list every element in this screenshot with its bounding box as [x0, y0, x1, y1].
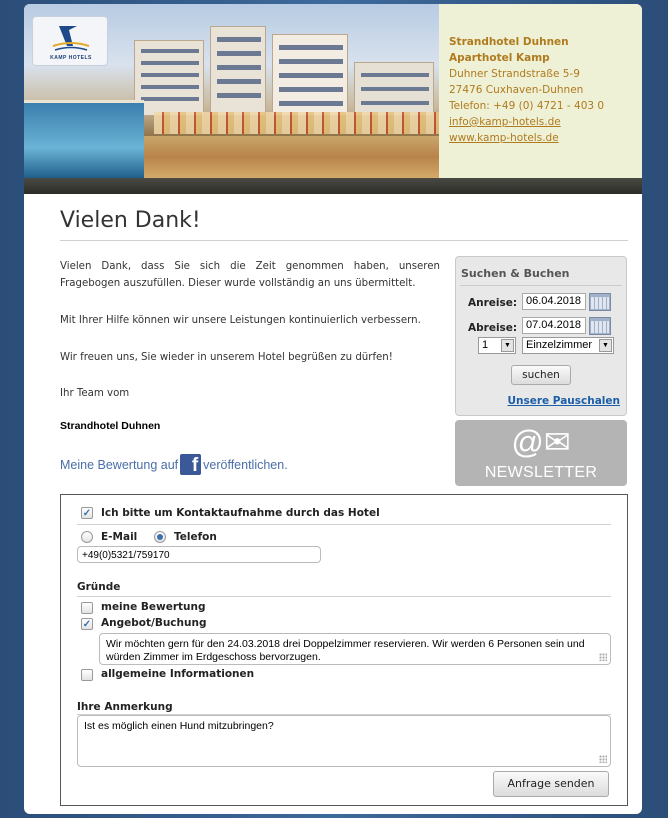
remark-heading: Ihre Anmerkung [77, 701, 173, 713]
departure-calendar-icon[interactable] [589, 317, 611, 335]
facebook-icon[interactable]: f [180, 454, 202, 476]
building-image [134, 40, 204, 116]
header-divider-bar [24, 178, 642, 194]
facebook-share-suffix: veröffentlichen. [203, 457, 288, 472]
street-line: Duhner Strandstraße 5-9 [449, 68, 580, 80]
booking-request-text: Wir möchten gern für den 24.03.2018 drei… [106, 638, 585, 663]
hotel-photo-collage: KAMP HOTELS [24, 4, 439, 178]
beach-chairs-image [154, 112, 439, 134]
contact-request-label: Ich bitte um Kontaktaufnahme durch das H… [101, 507, 380, 519]
signoff-hotel-name: Strandhotel Duhnen [60, 420, 161, 432]
resize-grip-icon[interactable] [599, 755, 607, 763]
phone-option-label: Telefon [174, 531, 217, 543]
search-box-divider [460, 285, 622, 286]
reasons-heading: Gründe [77, 581, 121, 593]
building-image [210, 26, 266, 116]
phone-line: Telefon: +49 (0) 4721 - 403 0 [449, 100, 605, 112]
resize-grip-icon[interactable] [599, 653, 607, 661]
search-and-book-box: Suchen & Buchen Anreise: 06.04.2018 Abre… [455, 256, 627, 416]
email-link[interactable]: info@kamp-hotels.de [449, 116, 561, 128]
building-image [354, 62, 434, 116]
newsletter-label: NEWSLETTER [484, 464, 598, 481]
chevron-down-icon: ▼ [599, 339, 612, 352]
booking-request-textarea[interactable]: Wir möchten gern für den 24.03.2018 drei… [99, 633, 611, 665]
reason-info-checkbox[interactable] [81, 669, 93, 681]
reason-booking-label: Angebot/Buchung [101, 617, 207, 629]
reason-review-checkbox[interactable] [81, 602, 93, 614]
website-link[interactable]: www.kamp-hotels.de [449, 132, 559, 144]
submit-request-button[interactable]: Anfrage senden [493, 771, 609, 797]
facebook-share-line: Meine Bewertung auf f veröffentlichen. [60, 454, 288, 476]
contact-form: ✓ Ich bitte um Kontaktaufnahme durch das… [60, 494, 628, 806]
thank-you-paragraph: Vielen Dank, dass Sie sich die Zeit geno… [60, 261, 440, 289]
title-divider [60, 240, 628, 241]
rooms-count-value: 1 [482, 339, 489, 351]
logo-figure-icon [52, 26, 90, 51]
hotel-contact-info: Strandhotel Duhnen Aparthotel Kamp Duhne… [449, 34, 639, 146]
arrival-calendar-icon[interactable] [589, 293, 611, 311]
beach-reflection-image [144, 136, 439, 178]
phone-input[interactable]: +49(0)5321/759170 [77, 546, 321, 563]
departure-date-input[interactable]: 07.04.2018 [522, 317, 586, 334]
reason-info-label: allgemeine Informationen [101, 668, 255, 680]
arrival-date-input[interactable]: 06.04.2018 [522, 293, 586, 310]
reasons-divider [77, 596, 611, 597]
room-type-select[interactable]: Einzelzimmer ▼ [522, 337, 614, 354]
email-radio[interactable] [81, 531, 93, 543]
header: KAMP HOTELS Strandhotel Duhnen Aparthote… [24, 4, 642, 178]
building-image [272, 34, 348, 116]
packages-link[interactable]: Unsere Pauschalen [507, 395, 620, 407]
kamp-hotels-logo[interactable]: KAMP HOTELS [32, 16, 108, 66]
remark-textarea[interactable]: Ist es möglich einen Hund mitzubringen? [77, 715, 611, 767]
newsletter-banner[interactable]: @✉ NEWSLETTER [455, 420, 627, 486]
search-box-title: Suchen & Buchen [461, 267, 570, 280]
rooms-count-select[interactable]: 1 ▼ [478, 337, 516, 354]
departure-label: Abreise: [468, 322, 518, 334]
facebook-share-prefix: Meine Bewertung auf [60, 457, 179, 472]
pool-image [24, 100, 144, 178]
newsletter-at-mail-icon: @✉ [511, 424, 571, 460]
arrival-label: Anreise: [468, 297, 518, 309]
city-line: 27476 Cuxhaven-Duhnen [449, 84, 584, 96]
improve-paragraph: Mit Ihrer Hilfe können wir unsere Leistu… [60, 315, 421, 326]
reason-review-label: meine Bewertung [101, 601, 206, 613]
form-divider [77, 524, 611, 525]
aparthotel-name-line: Aparthotel Kamp [449, 52, 550, 64]
search-button[interactable]: suchen [511, 365, 571, 385]
page-container: KAMP HOTELS Strandhotel Duhnen Aparthote… [24, 4, 642, 814]
email-option-label: E-Mail [101, 531, 138, 543]
hotel-name-line: Strandhotel Duhnen [449, 36, 569, 48]
logo-text: KAMP HOTELS [50, 55, 92, 61]
room-type-value: Einzelzimmer [526, 339, 593, 351]
contact-request-checkbox[interactable]: ✓ [81, 507, 93, 519]
reason-booking-checkbox[interactable]: ✓ [81, 618, 93, 630]
phone-radio[interactable] [154, 531, 166, 543]
page-title: Vielen Dank! [60, 208, 201, 233]
team-signoff: Ihr Team vom [60, 388, 130, 399]
chevron-down-icon: ▼ [501, 339, 514, 352]
welcome-back-paragraph: Wir freuen uns, Sie wieder in unserem Ho… [60, 352, 393, 363]
remark-text: Ist es möglich einen Hund mitzubringen? [84, 720, 274, 732]
